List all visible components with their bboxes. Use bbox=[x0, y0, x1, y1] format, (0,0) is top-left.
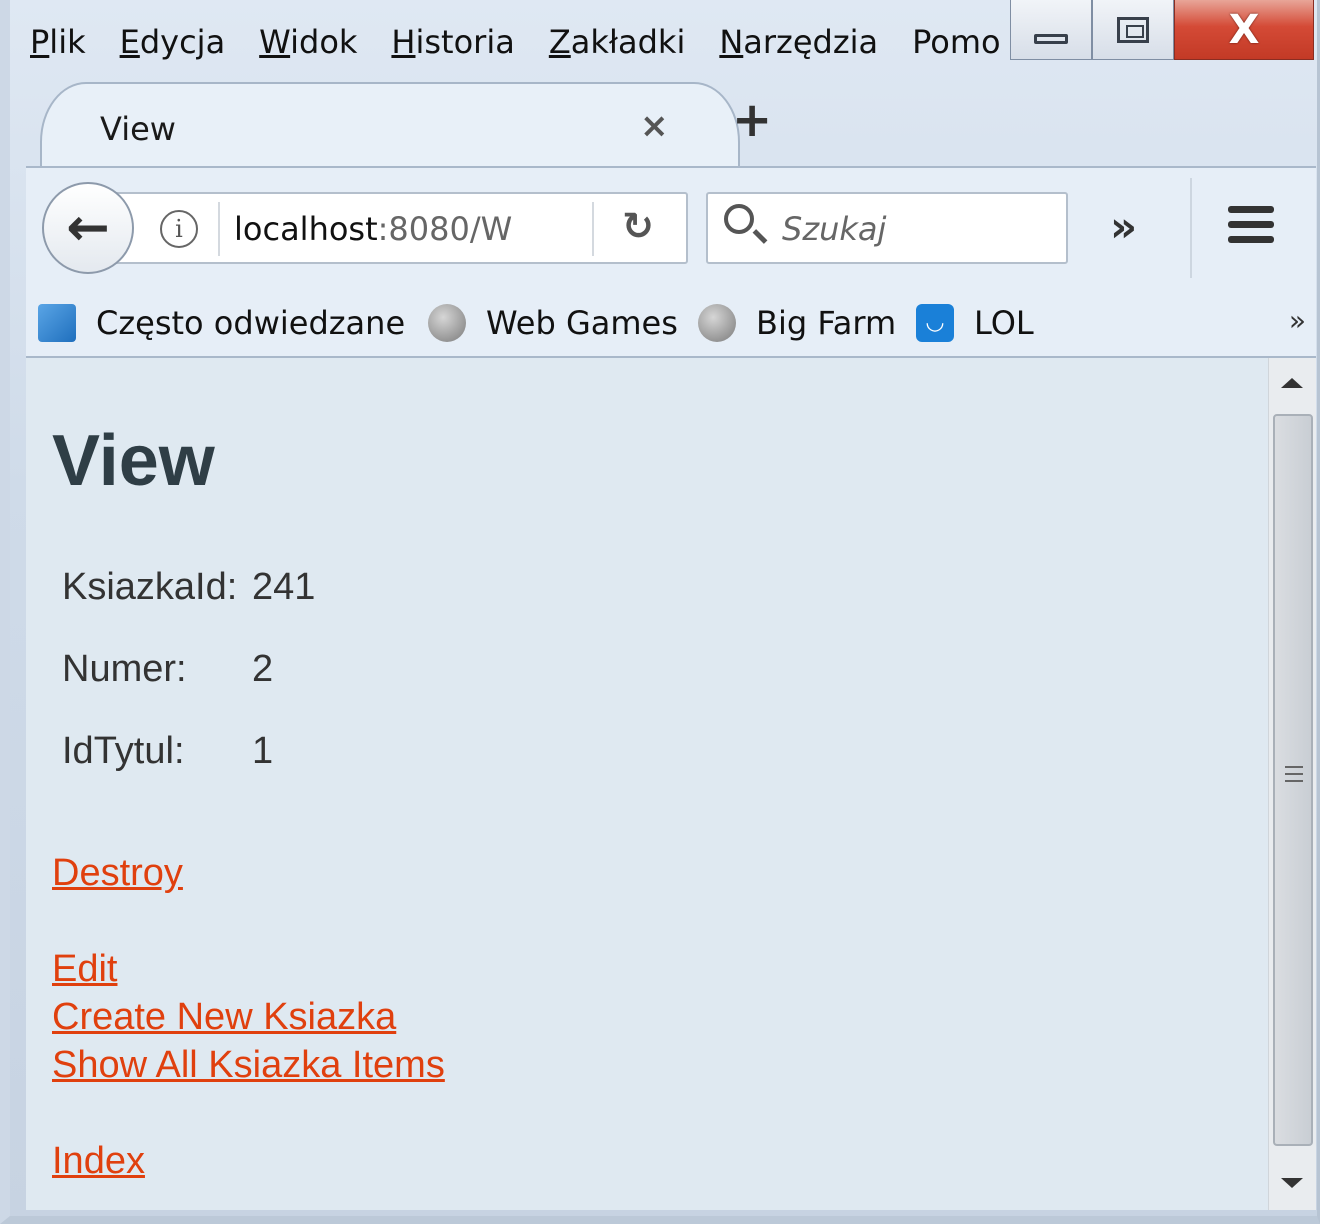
menu-zakladki[interactable]: Zakładki bbox=[549, 23, 686, 61]
hamburger-menu-icon[interactable] bbox=[1228, 206, 1274, 251]
minimize-icon bbox=[1034, 33, 1068, 44]
globe-icon bbox=[428, 304, 466, 342]
bookmark-czesto-odwiedzane[interactable]: Często odwiedzane bbox=[38, 304, 405, 342]
back-arrow-icon: ← bbox=[66, 198, 110, 258]
reload-separator bbox=[592, 202, 594, 256]
url-text[interactable]: localhost:8080/W bbox=[234, 210, 514, 248]
often-visited-icon bbox=[38, 304, 76, 342]
toolbar-overflow-icon[interactable]: » bbox=[1110, 202, 1137, 251]
toolbar-separator bbox=[1190, 178, 1192, 278]
field-value: 1 bbox=[252, 730, 274, 772]
field-label: Numer: bbox=[62, 648, 187, 690]
search-bar[interactable]: Szukaj bbox=[706, 192, 1068, 264]
info-icon[interactable]: i bbox=[160, 210, 198, 248]
globe-icon bbox=[698, 304, 736, 342]
search-placeholder: Szukaj bbox=[782, 210, 887, 248]
back-button[interactable]: ← bbox=[42, 182, 134, 274]
edit-link[interactable]: Edit bbox=[52, 948, 117, 991]
menu-widok[interactable]: Widok bbox=[259, 23, 357, 61]
page-content: View KsiazkaId: 241 Numer: 2 IdTytul: 1 … bbox=[26, 358, 1268, 1210]
bookmark-lol[interactable]: ◡ LOL bbox=[916, 304, 1034, 342]
close-window-button[interactable]: X bbox=[1174, 0, 1314, 60]
field-label: KsiazkaId: bbox=[62, 566, 238, 608]
bookmark-big-farm[interactable]: Big Farm bbox=[698, 304, 896, 342]
field-idtytul: IdTytul: 1 bbox=[62, 730, 273, 773]
menu-historia[interactable]: Historia bbox=[391, 23, 514, 61]
minimize-button[interactable] bbox=[1010, 0, 1092, 60]
scroll-up-arrow-icon[interactable] bbox=[1281, 378, 1303, 388]
search-icon bbox=[724, 204, 754, 234]
reload-icon[interactable]: ↻ bbox=[622, 204, 654, 248]
window-controls: X bbox=[1010, 0, 1314, 66]
bookmarks-toolbar: Często odwiedzane Web Games Big Farm ◡ L… bbox=[26, 290, 1316, 358]
tab-title: View bbox=[100, 110, 176, 148]
field-ksiazkaid: KsiazkaId: 241 bbox=[62, 566, 315, 609]
maximize-button[interactable] bbox=[1092, 0, 1174, 60]
url-bar[interactable]: i localhost:8080/W ↻ bbox=[102, 192, 688, 264]
menu-pomoc[interactable]: Pomo bbox=[912, 23, 1000, 61]
close-icon: X bbox=[1228, 6, 1260, 53]
page-title: View bbox=[52, 421, 215, 501]
lol-icon: ◡ bbox=[916, 304, 954, 342]
field-value: 241 bbox=[252, 566, 316, 608]
create-new-ksiazka-link[interactable]: Create New Ksiazka bbox=[52, 996, 396, 1039]
grip-icon bbox=[1285, 766, 1303, 787]
bookmark-web-games[interactable]: Web Games bbox=[428, 304, 678, 342]
field-numer: Numer: 2 bbox=[62, 648, 273, 691]
destroy-link[interactable]: Destroy bbox=[52, 852, 183, 895]
maximize-icon bbox=[1117, 16, 1149, 43]
url-separator bbox=[218, 202, 220, 256]
menu-narzedzia[interactable]: Narzędzia bbox=[719, 23, 878, 61]
scrollbar-thumb[interactable] bbox=[1273, 414, 1313, 1146]
menu-edycja[interactable]: Edycja bbox=[120, 23, 226, 61]
index-link[interactable]: Index bbox=[52, 1140, 145, 1183]
menu-plik[interactable]: Plik bbox=[30, 23, 86, 61]
scroll-down-arrow-icon[interactable] bbox=[1281, 1178, 1303, 1188]
menu-bar: Plik Edycja Widok Historia Zakładki Narz… bbox=[30, 18, 1035, 66]
new-tab-button[interactable]: + bbox=[732, 96, 772, 144]
navigation-toolbar: i localhost:8080/W ↻ ← Szukaj » bbox=[26, 166, 1316, 290]
tab-close-icon[interactable]: × bbox=[640, 106, 669, 146]
bookmarks-overflow-icon[interactable]: » bbox=[1289, 304, 1306, 337]
vertical-scrollbar[interactable] bbox=[1268, 358, 1316, 1210]
field-value: 2 bbox=[252, 648, 274, 690]
tab-view[interactable]: View × bbox=[40, 82, 740, 168]
show-all-ksiazka-items-link[interactable]: Show All Ksiazka Items bbox=[52, 1044, 445, 1087]
field-label: IdTytul: bbox=[62, 730, 185, 772]
